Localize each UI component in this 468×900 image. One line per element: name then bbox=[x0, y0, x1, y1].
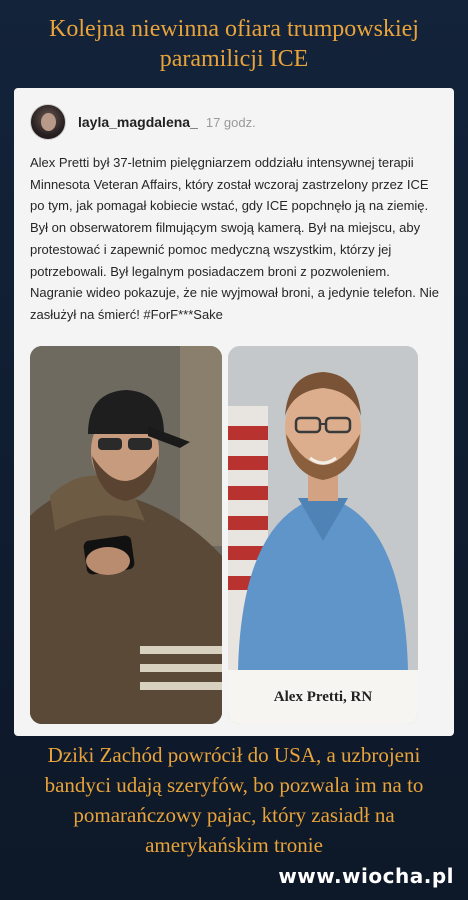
avatar[interactable] bbox=[30, 104, 66, 140]
meme-bottom-text: Dziki Zachód powrócił do USA, a uzbrojen… bbox=[44, 743, 424, 857]
photo-man-with-cap[interactable] bbox=[30, 346, 222, 724]
post-timestamp: 17 godz. bbox=[205, 114, 256, 130]
post-username[interactable]: layla_magdalena_ bbox=[78, 114, 198, 130]
post-header: layla_magdalena_ 17 godz. bbox=[30, 102, 256, 142]
social-post-card: layla_magdalena_ 17 godz. Alex Pretti by… bbox=[14, 88, 454, 736]
meme-frame: Kolejna niewinna ofiara trumpowskiej par… bbox=[0, 0, 468, 900]
photo-caption: Alex Pretti, RN bbox=[228, 670, 418, 724]
photo-right-illustration bbox=[228, 346, 418, 670]
photo-man-in-scrubs[interactable]: Alex Pretti, RN bbox=[228, 346, 418, 724]
meme-title: Kolejna niewinna ofiara trumpowskiej par… bbox=[49, 16, 419, 72]
site-watermark: www.wiocha.pl bbox=[278, 864, 454, 888]
photo-left-illustration bbox=[30, 346, 222, 724]
post-body-text: Alex Pretti był 37-letnim pielęgniarzem … bbox=[30, 155, 440, 322]
